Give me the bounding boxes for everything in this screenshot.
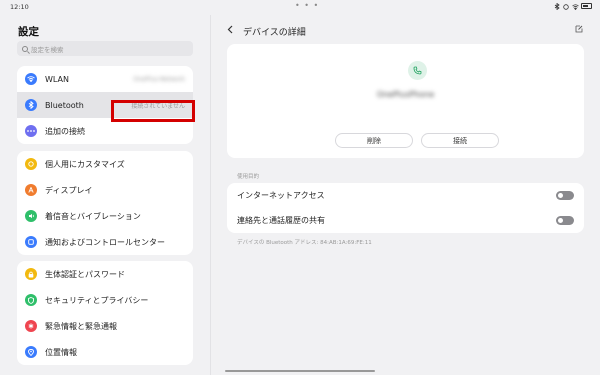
- wifi-icon: [25, 73, 37, 85]
- sidebar-item-notifications[interactable]: 通知およびコントロールセンター: [17, 229, 193, 255]
- device-details-panel: デバイスの詳細 OnePlusPhone 削除 接続 使用目的 インターネットア…: [211, 15, 600, 375]
- bluetooth-icon: [25, 99, 37, 111]
- sidebar-item-personalize[interactable]: 個人用にカスタマイズ: [17, 151, 193, 177]
- internet-access-toggle[interactable]: [556, 191, 574, 200]
- search-placeholder: 設定を検索: [31, 45, 64, 54]
- sound-icon: [25, 210, 37, 222]
- more-connections-icon: [25, 125, 37, 137]
- battery-icon: [581, 3, 592, 9]
- sidebar-item-location[interactable]: 位置情報: [17, 339, 193, 365]
- internet-access-row[interactable]: インターネットアクセス: [227, 183, 584, 208]
- alarm-status-icon: [563, 3, 569, 10]
- highlight-box: [111, 100, 195, 122]
- page-title: 設定: [18, 26, 39, 38]
- sidebar-item-display[interactable]: ディスプレイ: [17, 177, 193, 203]
- sidebar-item-label: Bluetooth: [45, 100, 84, 110]
- sidebar-item-label: 追加の接続: [45, 126, 85, 136]
- lock-icon: [25, 268, 37, 280]
- sidebar-item-label: WLAN: [45, 74, 70, 84]
- device-card: OnePlusPhone 削除 接続: [227, 44, 584, 158]
- home-indicator[interactable]: [225, 370, 375, 372]
- phone-icon: [408, 61, 427, 80]
- sidebar-item-biometrics[interactable]: 生体認証とパスワード: [17, 261, 193, 287]
- settings-sidebar: 設定 設定を検索 WLAN OnePlus-Network Bluetooth …: [0, 15, 210, 375]
- usage-card: インターネットアクセス 連絡先と通話履歴の共有: [227, 183, 584, 233]
- notification-icon: [25, 236, 37, 248]
- delete-button[interactable]: 削除: [335, 133, 413, 148]
- toggle-label: 連絡先と通話履歴の共有: [237, 216, 325, 225]
- sidebar-item-label: ディスプレイ: [45, 185, 93, 195]
- display-icon: [25, 184, 37, 196]
- device-name: OnePlusPhone: [376, 90, 435, 99]
- sidebar-item-sound[interactable]: 着信音とバイブレーション: [17, 203, 193, 229]
- connect-button[interactable]: 接続: [421, 133, 499, 148]
- sidebar-item-wlan[interactable]: WLAN OnePlus-Network: [17, 66, 193, 92]
- status-icons: [554, 2, 592, 11]
- search-icon: [22, 45, 28, 52]
- sidebar-item-label: 着信音とバイブレーション: [45, 211, 141, 221]
- sidebar-item-label: 生体認証とパスワード: [45, 269, 125, 279]
- page-title: デバイスの詳細: [243, 28, 306, 38]
- location-icon: [25, 346, 37, 358]
- status-time: 12:10: [10, 3, 29, 11]
- wifi-status-icon: [572, 3, 579, 11]
- settings-group-security: 生体認証とパスワード セキュリティとプライバシー 緊急情報と緊急通報 位置情報: [17, 261, 193, 365]
- sidebar-item-label: セキュリティとプライバシー: [45, 295, 149, 305]
- sidebar-item-emergency[interactable]: 緊急情報と緊急通報: [17, 313, 193, 339]
- settings-group-device: 個人用にカスタマイズ ディスプレイ 着信音とバイブレーション 通知およびコントロ…: [17, 151, 193, 255]
- contacts-sharing-toggle[interactable]: [556, 216, 574, 225]
- contacts-sharing-row[interactable]: 連絡先と通話履歴の共有: [227, 208, 584, 233]
- sidebar-item-security-privacy[interactable]: セキュリティとプライバシー: [17, 287, 193, 313]
- bluetooth-address: デバイスの Bluetooth アドレス: 84:AB:1A:69:FE:11: [237, 240, 372, 246]
- section-label-usage: 使用目的: [237, 174, 260, 180]
- back-icon[interactable]: [227, 25, 233, 37]
- bluetooth-status-icon: [554, 2, 560, 11]
- shield-icon: [25, 294, 37, 306]
- personalize-icon: [25, 158, 37, 170]
- edit-icon[interactable]: [575, 25, 583, 35]
- multitask-dots[interactable]: • • •: [295, 1, 319, 10]
- toggle-label: インターネットアクセス: [237, 191, 325, 200]
- sidebar-item-label: 個人用にカスタマイズ: [45, 159, 125, 169]
- sidebar-item-label: 緊急情報と緊急通報: [45, 321, 117, 331]
- wlan-network-name: OnePlus-Network: [133, 75, 185, 83]
- sidebar-item-label: 位置情報: [45, 347, 77, 357]
- status-bar: 12:10 • • •: [0, 0, 600, 15]
- search-input[interactable]: 設定を検索: [17, 41, 193, 56]
- emergency-icon: [25, 320, 37, 332]
- sidebar-item-label: 通知およびコントロールセンター: [45, 237, 165, 247]
